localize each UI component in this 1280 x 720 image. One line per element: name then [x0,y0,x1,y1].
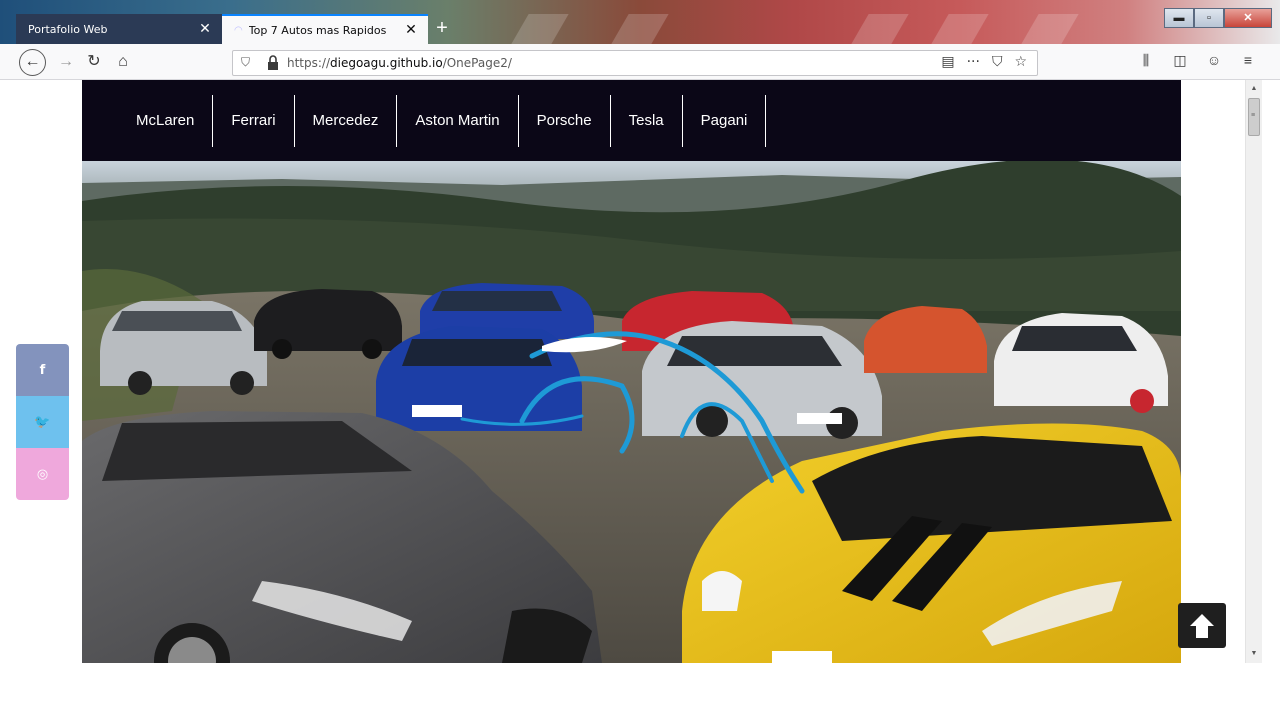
nav-item-tesla[interactable]: Tesla [611,94,683,147]
titlebar-decoration [611,14,669,44]
nav-item-mercedez[interactable]: Mercedez [295,94,398,147]
nav-item-pagani[interactable]: Pagani [683,94,767,147]
tab-close-icon[interactable]: ✕ [404,22,418,38]
back-arrow-icon[interactable]: ← [19,49,46,76]
scroll-up-arrow-icon[interactable]: ▲ [1246,82,1262,96]
pocket-icon[interactable]: ⛉ [992,54,1003,70]
window-close-icon[interactable]: ✕ [1224,8,1272,28]
titlebar-decoration [511,14,569,44]
site-container: McLaren Ferrari Mercedez Aston Martin Po… [82,80,1181,663]
titlebar-decoration [851,14,909,44]
scrollbar-thumb[interactable]: ≡ [1248,98,1260,136]
reload-icon[interactable]: ↻ [82,50,106,74]
vertical-scrollbar[interactable]: ▲ ≡ ▼ [1245,80,1262,663]
arrow-up-icon [1190,613,1214,638]
more-actions-icon[interactable]: ··· [967,54,980,70]
url-path: /OnePage2/ [442,56,512,70]
tab-title: Portafolio Web [28,22,108,36]
nav-item-aston-martin[interactable]: Aston Martin [397,94,519,147]
tab-top7-autos[interactable]: ◠ Top 7 Autos mas Rapidos ✕ [222,14,428,44]
scroll-down-arrow-icon[interactable]: ▼ [1246,647,1262,661]
library-icon[interactable]: ⫼ [1136,52,1156,69]
scroll-to-top-button[interactable] [1178,603,1226,648]
sidebar-icon[interactable]: ◫ [1170,52,1190,69]
page-bottom-blank [0,663,1280,720]
instagram-button[interactable]: ◎ [16,448,69,500]
new-tab-button[interactable]: + [430,14,454,44]
hamburger-menu-icon[interactable]: ≡ [1238,52,1258,69]
nav-item-mclaren[interactable]: McLaren [118,94,214,147]
window-controls: ▬ ▫ ✕ [1164,8,1272,28]
car-renault-white [994,313,1168,413]
titlebar-decoration [1021,14,1079,44]
loading-favicon-icon: ◠ [234,24,243,36]
tab-close-icon[interactable]: ✕ [198,21,212,37]
minimize-icon[interactable]: ▬ [1164,8,1194,28]
top-navbar: McLaren Ferrari Mercedez Aston Martin Po… [82,80,1181,161]
maximize-icon[interactable]: ▫ [1194,8,1224,28]
tracking-shield-icon[interactable]: ⛉ [241,55,250,70]
browser-toolbar: ← → ↻ ⌂ ⛉ https://diegoagu.github.io/One… [0,44,1280,80]
account-icon[interactable]: ☺ [1204,52,1224,69]
page-viewport: McLaren Ferrari Mercedez Aston Martin Po… [0,80,1280,663]
url-scheme: https:// [287,56,331,70]
nav-item-ferrari[interactable]: Ferrari [213,94,295,147]
browser-titlebar: Portafolio Web ✕ ◠ Top 7 Autos mas Rapid… [0,0,1280,44]
url-bar[interactable]: ⛉ https://diegoagu.github.io/OnePage2/ ▤… [232,50,1038,76]
tab-portafolio-web[interactable]: Portafolio Web ✕ [16,14,222,44]
facebook-button[interactable]: f [16,344,69,396]
titlebar-decoration [931,14,989,44]
hero-cars-illustration [82,161,1181,663]
car-porsche-blue [376,326,582,431]
twitter-button[interactable]: 🐦 [16,396,69,448]
reader-view-icon[interactable]: ▤ [941,54,954,70]
url-host: diegoagu.github.io [330,56,443,70]
lock-icon[interactable] [267,54,279,72]
nav-item-porsche[interactable]: Porsche [519,94,611,147]
bookmark-star-icon[interactable]: ☆ [1014,54,1027,70]
forward-arrow-icon[interactable]: → [54,50,78,74]
home-icon[interactable]: ⌂ [111,50,135,74]
tab-title: Top 7 Autos mas Rapidos [248,23,387,37]
car-mclaren-black [254,289,402,359]
url-text[interactable]: https://diegoagu.github.io/OnePage2/ [287,56,512,70]
hero-image [82,161,1181,663]
